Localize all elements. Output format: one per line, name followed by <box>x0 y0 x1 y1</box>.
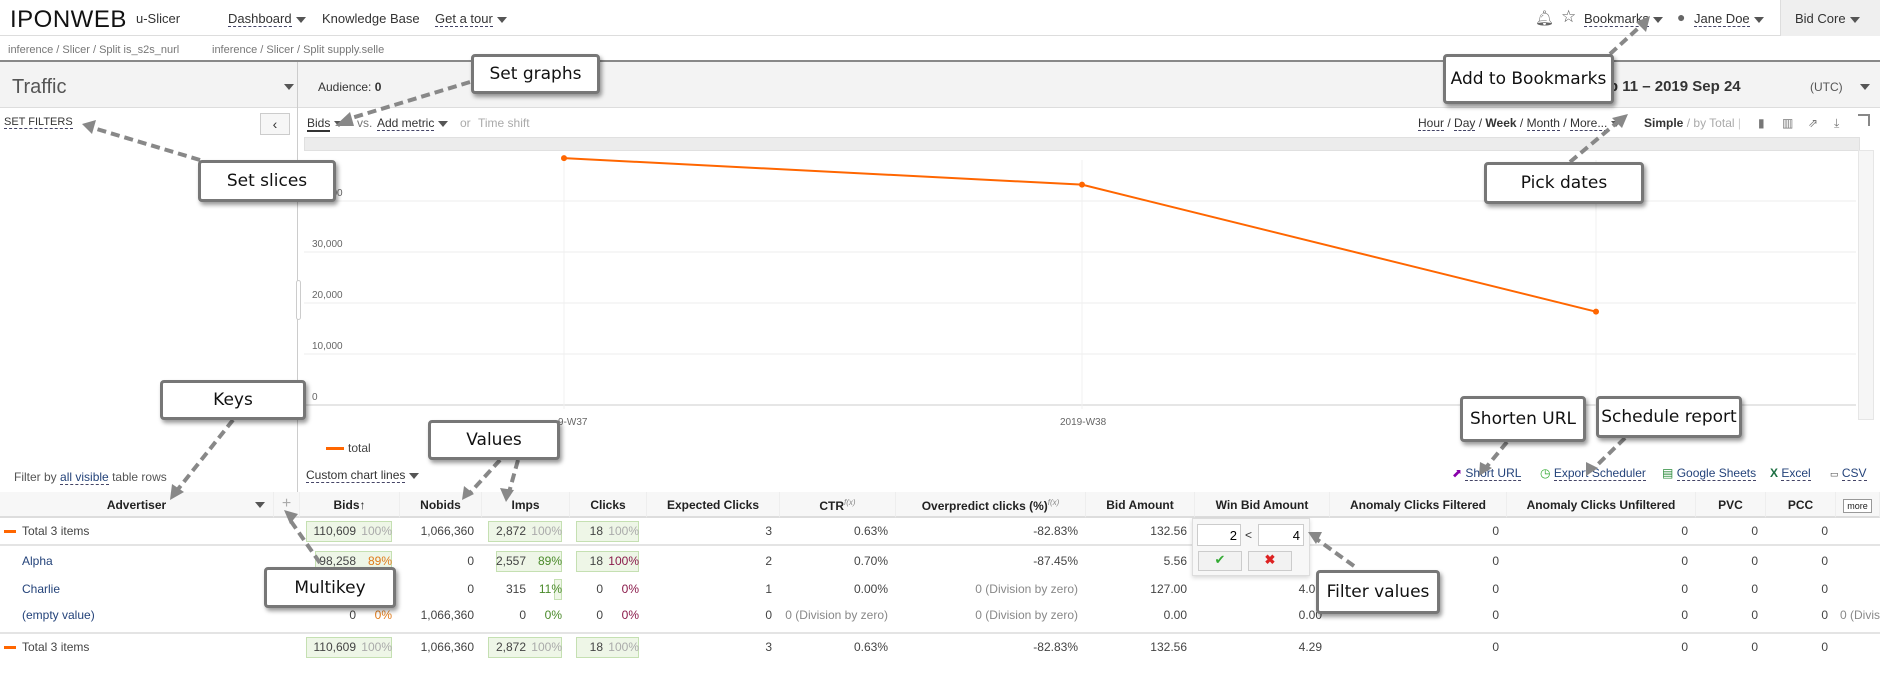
callout-filter-values: Filter values <box>1316 570 1440 614</box>
callout-schedule-report: Schedule report <box>1596 396 1742 438</box>
callout-values: Values <box>428 420 560 460</box>
callout-pick-dates: Pick dates <box>1484 162 1644 204</box>
callout-keys: Keys <box>160 380 306 420</box>
callout-multikey: Multikey <box>264 567 396 608</box>
callout-shorten-url: Shorten URL <box>1460 396 1586 442</box>
callout-set-graphs: Set graphs <box>471 54 600 94</box>
callout-set-slices: Set slices <box>198 160 336 202</box>
callout-add-bookmarks: Add to Bookmarks <box>1443 54 1614 104</box>
